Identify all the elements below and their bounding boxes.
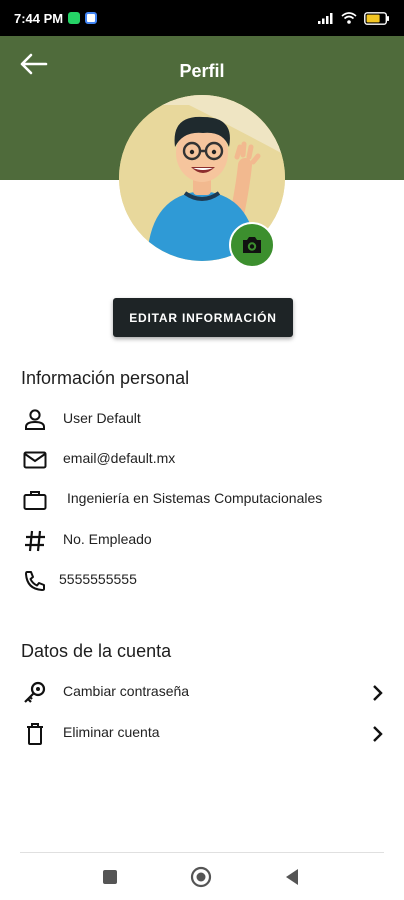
google-icon xyxy=(85,12,98,24)
trash-icon xyxy=(27,723,43,745)
hash-icon xyxy=(25,530,45,552)
account-data-title: Datos de la cuenta xyxy=(21,641,172,661)
page-title: Perfil xyxy=(179,61,225,81)
home-button[interactable] xyxy=(190,866,212,888)
person-icon xyxy=(25,409,45,430)
chevron-right-icon xyxy=(373,685,383,701)
employee-number: No. Empleado xyxy=(63,531,152,547)
info-row-name: User Default xyxy=(20,404,388,434)
status-time: 7:44 PM xyxy=(14,10,64,26)
wifi-icon xyxy=(341,12,357,24)
phone-icon xyxy=(25,571,45,591)
status-bar: 7:44 PM xyxy=(0,0,404,36)
system-nav-bar xyxy=(0,853,404,900)
delete-account-label: Eliminar cuenta xyxy=(63,724,160,740)
delete-account-row[interactable]: Eliminar cuenta xyxy=(20,718,388,748)
whatsapp-icon xyxy=(68,12,81,24)
info-row-department: Ingeniería en Sistemas Computacionales xyxy=(20,484,388,514)
change-password-row[interactable]: Cambiar contraseña xyxy=(20,677,388,707)
personal-info-title: Información personal xyxy=(21,368,190,388)
info-row-phone: 5555555555 xyxy=(20,565,388,595)
edit-information-button[interactable]: EDITAR INFORMACIÓN xyxy=(113,298,293,337)
user-phone: 5555555555 xyxy=(59,571,137,587)
user-email: email@default.mx xyxy=(63,450,176,466)
battery-icon xyxy=(364,11,389,25)
mail-icon xyxy=(23,451,47,469)
briefcase-icon xyxy=(23,491,47,510)
change-password-label: Cambiar contraseña xyxy=(63,683,190,699)
key-icon xyxy=(24,681,46,703)
chevron-right-icon xyxy=(373,726,383,742)
camera-icon xyxy=(243,237,261,253)
change-photo-button[interactable] xyxy=(229,222,275,268)
info-row-employee-number: No. Empleado xyxy=(20,525,388,555)
signal-icon xyxy=(318,13,333,24)
recent-apps-button[interactable] xyxy=(102,869,118,885)
user-name: User Default xyxy=(63,410,141,426)
user-department: Ingeniería en Sistemas Computacionales xyxy=(67,490,323,506)
back-nav-button[interactable] xyxy=(284,868,300,886)
info-row-email: email@default.mx xyxy=(20,444,388,474)
